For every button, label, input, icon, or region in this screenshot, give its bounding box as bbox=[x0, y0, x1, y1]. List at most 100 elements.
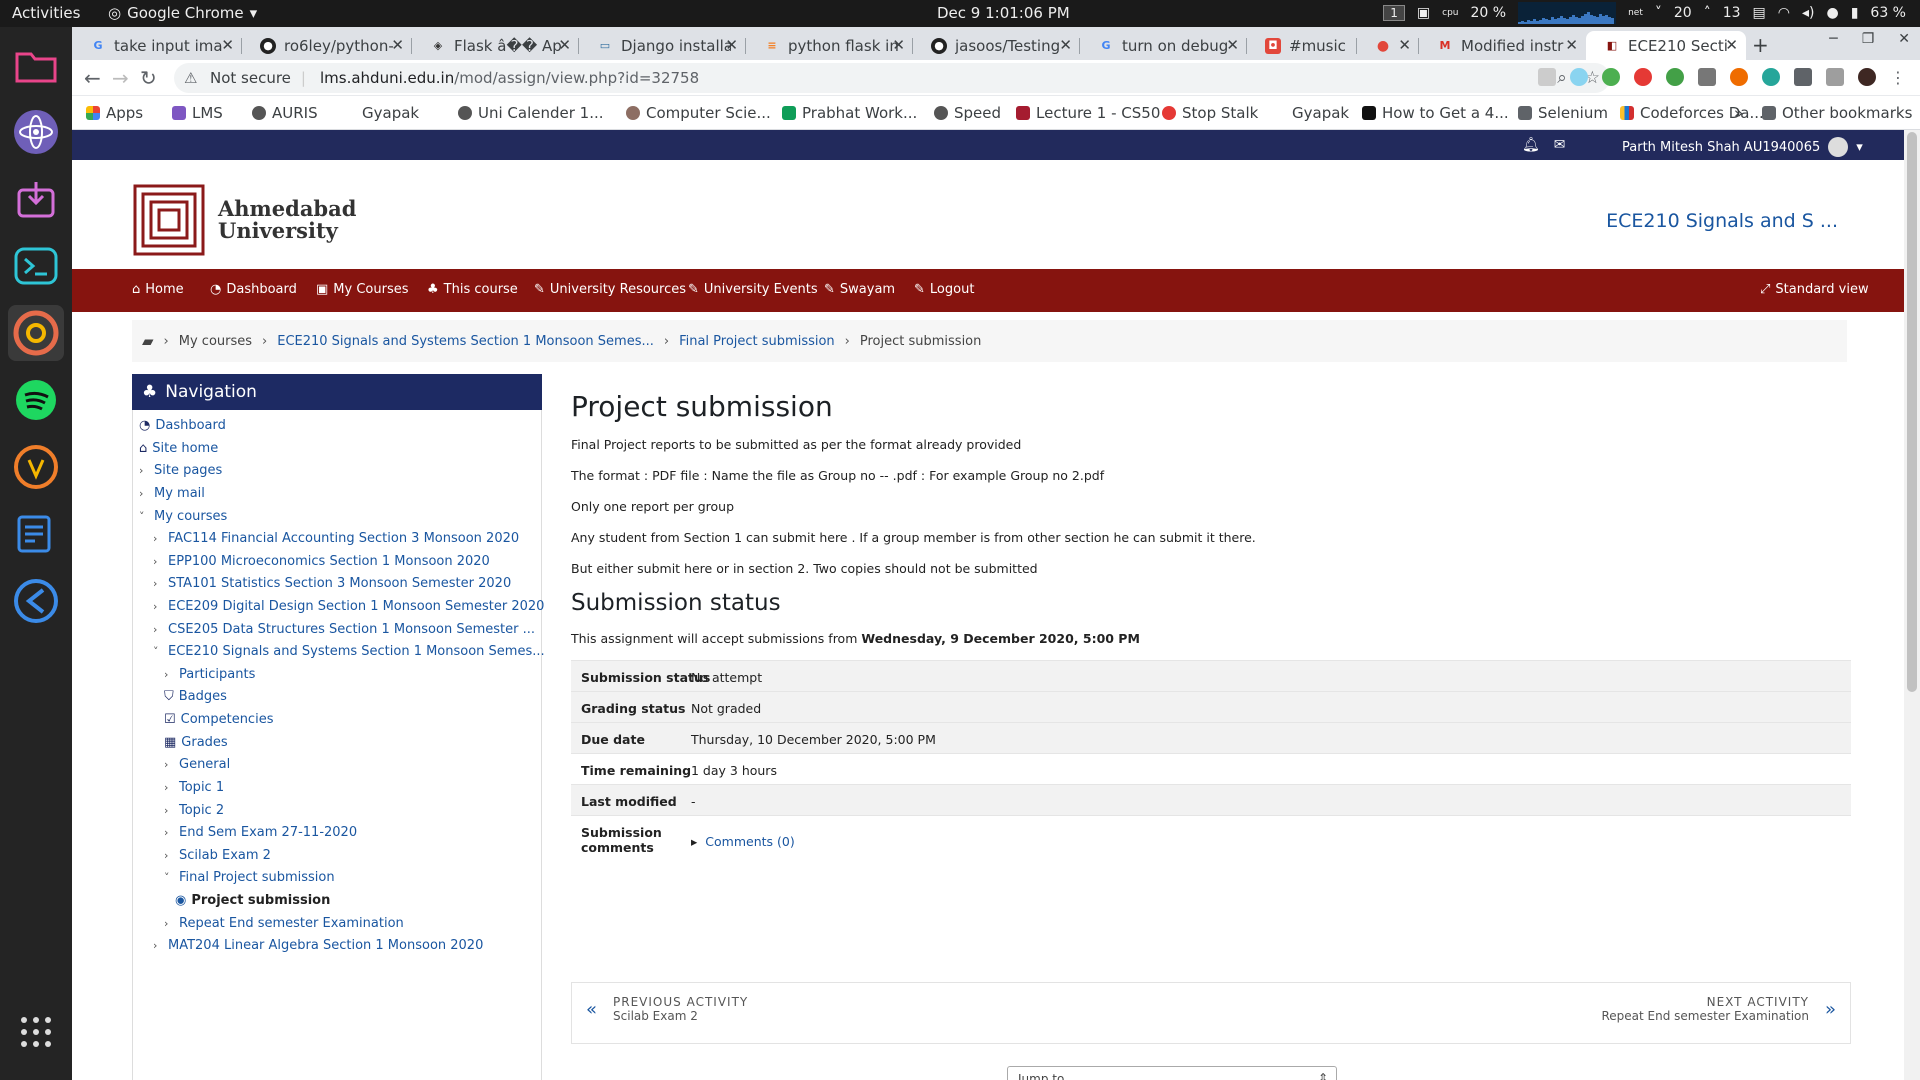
nav-home[interactable]: ⌂ Home bbox=[132, 282, 184, 297]
nav-logout[interactable]: ✎ Logout bbox=[914, 282, 974, 297]
app-grid-icon[interactable] bbox=[8, 1004, 64, 1060]
extension-icon[interactable] bbox=[1698, 68, 1716, 86]
bookmark[interactable]: Gyapak bbox=[1272, 104, 1349, 122]
breadcrumb-link[interactable]: My courses bbox=[179, 334, 252, 349]
download-icon[interactable] bbox=[8, 171, 64, 227]
new-tab-button[interactable]: + bbox=[1752, 33, 1769, 57]
close-icon[interactable]: ✕ bbox=[1059, 36, 1072, 54]
breadcrumb-link[interactable]: Final Project submission bbox=[679, 334, 835, 349]
bookmarks-overflow[interactable]: » bbox=[1734, 104, 1743, 122]
close-icon[interactable]: ✕ bbox=[1398, 36, 1411, 54]
workspace-indicator[interactable]: 1 bbox=[1383, 5, 1405, 21]
activities-button[interactable]: Activities bbox=[12, 4, 80, 22]
browser-tab[interactable]: ◘ #music bbox=[1247, 31, 1357, 60]
nav-this-course[interactable]: ♣ This course bbox=[427, 282, 518, 297]
nav-tree-item[interactable]: › CSE205 Data Structures Section 1 Monsoo… bbox=[153, 622, 535, 637]
notes-icon[interactable] bbox=[8, 506, 64, 562]
bookmark[interactable]: Computer Scie... bbox=[626, 104, 771, 122]
browser-tab[interactable]: ≡ python flask in ✕ bbox=[746, 31, 913, 60]
chrome-dock-icon[interactable] bbox=[8, 305, 64, 361]
minimize-icon[interactable]: ─ bbox=[1829, 31, 1837, 47]
mic-icon[interactable]: ● bbox=[1826, 5, 1838, 21]
atom-icon[interactable] bbox=[8, 104, 64, 160]
bell-icon[interactable]: 🔔︎ bbox=[1522, 137, 1540, 153]
close-icon[interactable]: ✕ bbox=[1226, 36, 1239, 54]
nav-tree-item[interactable]: ⛉ Badges bbox=[164, 689, 227, 704]
bookmark[interactable]: LMS bbox=[172, 104, 223, 122]
extension-icon[interactable] bbox=[1602, 68, 1620, 86]
forward-icon[interactable]: → bbox=[112, 66, 129, 90]
close-icon[interactable]: ✕ bbox=[725, 36, 738, 54]
cast-icon[interactable] bbox=[1826, 68, 1844, 86]
standard-view-button[interactable]: ⤢ Standard view bbox=[1760, 282, 1869, 297]
close-window-icon[interactable]: ✕ bbox=[1898, 31, 1910, 47]
browser-tab[interactable]: M Modified instr ✕ bbox=[1419, 31, 1586, 60]
folder-open-icon[interactable]: ▰ bbox=[142, 332, 154, 350]
app-menu[interactable]: ◎ Google Chrome ▾ bbox=[108, 4, 257, 22]
adblock-icon[interactable] bbox=[1634, 68, 1652, 86]
nav-tree-item[interactable]: › Topic 2 bbox=[164, 803, 224, 818]
nav-swayam[interactable]: ✎ Swayam bbox=[824, 282, 895, 297]
bookmark[interactable]: Lecture 1 - CS50 bbox=[1016, 104, 1160, 122]
close-icon[interactable]: ✕ bbox=[391, 36, 404, 54]
files-icon[interactable] bbox=[8, 37, 64, 93]
wifi-icon[interactable]: ◠ bbox=[1778, 5, 1790, 21]
profile-avatar[interactable] bbox=[1858, 68, 1876, 86]
breadcrumb-link[interactable]: ECE210 Signals and Systems Section 1 Mon… bbox=[277, 334, 654, 349]
spotify-icon[interactable] bbox=[8, 372, 64, 428]
close-icon[interactable]: ✕ bbox=[892, 36, 905, 54]
browser-tab[interactable]: ▭ Django installa ✕ bbox=[579, 31, 746, 60]
nav-tree-item[interactable]: ⌂ Site home bbox=[139, 441, 218, 456]
nav-tree-item[interactable]: › Repeat End semester Examination bbox=[164, 916, 404, 931]
clipboard-icon[interactable]: ▤ bbox=[1753, 5, 1766, 21]
nav-tree-item[interactable]: › ECE209 Digital Design Section 1 Monsoon… bbox=[153, 599, 544, 614]
close-icon[interactable]: ✕ bbox=[1725, 36, 1738, 54]
bookmark[interactable]: How to Get a 4... bbox=[1362, 104, 1509, 122]
browser-tab[interactable]: Gturn on debug ✕ bbox=[1080, 31, 1247, 60]
comments-link[interactable]: ▸ Comments (0) bbox=[691, 834, 795, 849]
scrollbar-thumb[interactable] bbox=[1907, 132, 1917, 692]
nav-tree-item[interactable]: ˅ Final Project submission bbox=[164, 870, 335, 885]
close-icon[interactable]: ✕ bbox=[221, 36, 234, 54]
user-menu[interactable]: Parth Mitesh Shah AU1940065 ▾ bbox=[1622, 137, 1863, 157]
nav-tree-item[interactable]: › MAT204 Linear Algebra Section 1 Monsoon… bbox=[153, 938, 483, 953]
reload-icon[interactable]: ↻ bbox=[140, 66, 157, 90]
nav-tree-item[interactable]: › General bbox=[164, 757, 230, 772]
nav-university-resources[interactable]: ✎ University Resources bbox=[534, 282, 686, 297]
course-header[interactable]: ECE210 Signals and S ... bbox=[1606, 210, 1838, 232]
close-icon[interactable]: ✕ bbox=[1565, 36, 1578, 54]
nav-dashboard[interactable]: ◔ Dashboard bbox=[210, 282, 297, 297]
bookmark-folder[interactable]: Selenium bbox=[1518, 104, 1608, 122]
back-icon[interactable]: ← bbox=[84, 66, 101, 90]
nav-tree-item[interactable]: › Site pages bbox=[139, 463, 222, 478]
bookmark[interactable]: Speed bbox=[934, 104, 1001, 122]
nav-tree-item[interactable]: ▦ Grades bbox=[164, 735, 228, 750]
bookmark[interactable]: Prabhat Work... bbox=[782, 104, 917, 122]
menu-icon[interactable]: ⋮ bbox=[1890, 68, 1906, 87]
other-bookmarks[interactable]: Other bookmarks bbox=[1762, 104, 1912, 122]
puzzle-icon[interactable] bbox=[1794, 68, 1812, 86]
bookmark[interactable]: Gyapak bbox=[342, 104, 419, 122]
previous-activity-link[interactable]: « PREVIOUS ACTIVITY Scilab Exam 2 bbox=[586, 995, 748, 1023]
jump-to-select[interactable]: Jump to... ⇕ bbox=[1007, 1066, 1337, 1080]
battery-icon[interactable]: ▮ bbox=[1851, 5, 1859, 21]
bookmark[interactable]: AURIS bbox=[252, 104, 318, 122]
page-scrollbar[interactable] bbox=[1904, 130, 1920, 1080]
nav-tree-item[interactable]: › Scilab Exam 2 bbox=[164, 848, 271, 863]
extension-icon[interactable] bbox=[1730, 68, 1748, 86]
clock[interactable]: Dec 9 1:01:06 PM bbox=[937, 4, 1070, 22]
next-activity-link[interactable]: NEXT ACTIVITY Repeat End semester Examina… bbox=[1602, 995, 1837, 1023]
nav-tree-item[interactable]: › End Sem Exam 27-11-2020 bbox=[164, 825, 357, 840]
extension-icon[interactable] bbox=[1570, 68, 1588, 86]
bookmark[interactable]: Stop Stalk bbox=[1162, 104, 1258, 122]
volume-icon[interactable]: ◂) bbox=[1802, 5, 1815, 21]
brave-icon[interactable] bbox=[8, 439, 64, 495]
nav-tree-item[interactable]: › EPP100 Microeconomics Section 1 Monsoon… bbox=[153, 554, 490, 569]
nav-tree-item[interactable]: ☑ Competencies bbox=[164, 712, 273, 727]
screenshot-icon[interactable]: ▣ bbox=[1417, 5, 1430, 21]
nav-tree-item[interactable]: › Participants bbox=[164, 667, 255, 682]
browser-tab[interactable]: Gtake input ima ✕ bbox=[72, 31, 242, 60]
close-icon[interactable]: ✕ bbox=[558, 36, 571, 54]
nav-university-events[interactable]: ✎ University Events bbox=[688, 282, 818, 297]
bookmark[interactable]: Uni Calender 1... bbox=[458, 104, 604, 122]
